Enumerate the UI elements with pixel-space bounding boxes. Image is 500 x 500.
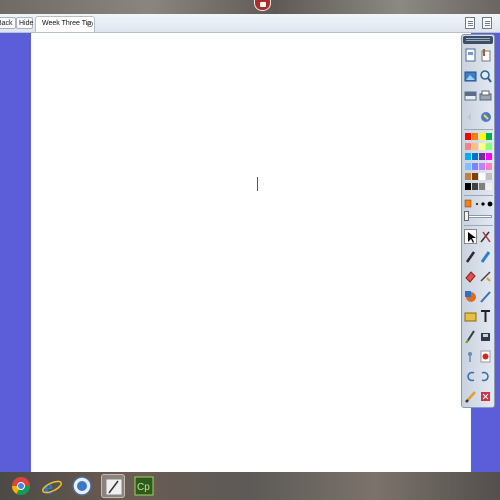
color-swatch[interactable] [486,133,492,140]
page-sorter-icon[interactable] [464,48,477,63]
color-swatch[interactable] [465,183,471,190]
screen-shade-icon[interactable] [464,89,477,104]
pointer-icon[interactable] [464,349,477,364]
transparency-slider-thumb[interactable] [464,211,469,221]
pencil-icon[interactable] [464,389,477,404]
line-icon[interactable] [479,269,492,284]
attachments-icon[interactable] [479,48,492,63]
color-swatch[interactable] [465,153,471,160]
color-picker-icon[interactable] [479,389,492,404]
color-swatch[interactable] [479,173,485,180]
record-icon[interactable] [479,349,492,364]
gallery-icon[interactable] [464,69,477,84]
tab-week-three-tip[interactable]: Week Three Tip x [35,16,95,32]
text-cursor [257,177,258,191]
screen-recorder-icon[interactable] [70,474,94,498]
color-swatch[interactable] [486,173,492,180]
select-icon[interactable] [464,229,477,244]
print-icon[interactable] [479,89,492,104]
back-button[interactable]: Back [0,17,16,29]
color-swatch[interactable] [472,153,478,160]
windows-taskbar: e Cp [0,472,500,500]
color-swatch[interactable] [486,183,492,190]
whiteboard-app-icon[interactable] [101,474,125,498]
rotate-left-icon[interactable] [464,369,477,384]
magic-pen-icon[interactable] [479,229,492,244]
color-swatch[interactable] [465,133,471,140]
color-swatch[interactable] [486,163,492,170]
camera-icon[interactable] [479,329,492,344]
table-icon[interactable] [464,309,477,324]
svg-text:Cp: Cp [137,482,150,493]
color-swatch[interactable] [472,133,478,140]
color-swatch[interactable] [479,163,485,170]
document-icon[interactable] [465,17,475,29]
fill-icon[interactable] [479,289,492,304]
captivate-icon[interactable]: Cp [132,474,156,498]
color-swatch[interactable] [472,173,478,180]
color-swatch[interactable] [486,143,492,150]
marker-icon[interactable] [464,329,477,344]
app-icon[interactable] [254,0,271,11]
color-swatch[interactable] [479,153,485,160]
toolbar-handle[interactable] [463,36,493,44]
eraser-icon[interactable] [464,269,477,284]
zoom-icon[interactable] [479,69,492,84]
color-swatch[interactable] [472,183,478,190]
tab-close-icon[interactable]: x [87,21,93,27]
text-icon[interactable] [479,309,492,324]
color-swatch[interactable] [465,163,471,170]
color-swatch[interactable] [472,143,478,150]
whiteboard-canvas[interactable] [31,33,471,473]
tab-label: Week Three Tip [42,20,92,27]
transparency-slider[interactable] [468,215,492,218]
color-swatch[interactable] [479,143,485,150]
color-swatch[interactable] [472,163,478,170]
undo-icon[interactable] [464,110,477,125]
document-list-icon[interactable] [482,17,492,29]
highlighter-icon[interactable] [479,249,492,264]
internet-explorer-icon[interactable]: e [40,474,64,498]
whiteboard-toolbar [461,34,495,408]
redo-icon[interactable] [479,110,492,125]
pen-icon[interactable] [464,249,477,264]
shapes-icon[interactable] [464,289,477,304]
desktop-top-strip [0,0,500,14]
rotate-right-icon[interactable] [479,369,492,384]
color-swatch[interactable] [479,133,485,140]
color-swatch[interactable] [465,173,471,180]
color-swatch[interactable] [479,183,485,190]
browser-bar: Back Hide Week Three Tip x [0,14,500,33]
hide-button[interactable]: Hide [16,17,33,29]
chrome-icon[interactable] [9,474,33,498]
color-swatch[interactable] [465,143,471,150]
color-swatch[interactable] [486,153,492,160]
